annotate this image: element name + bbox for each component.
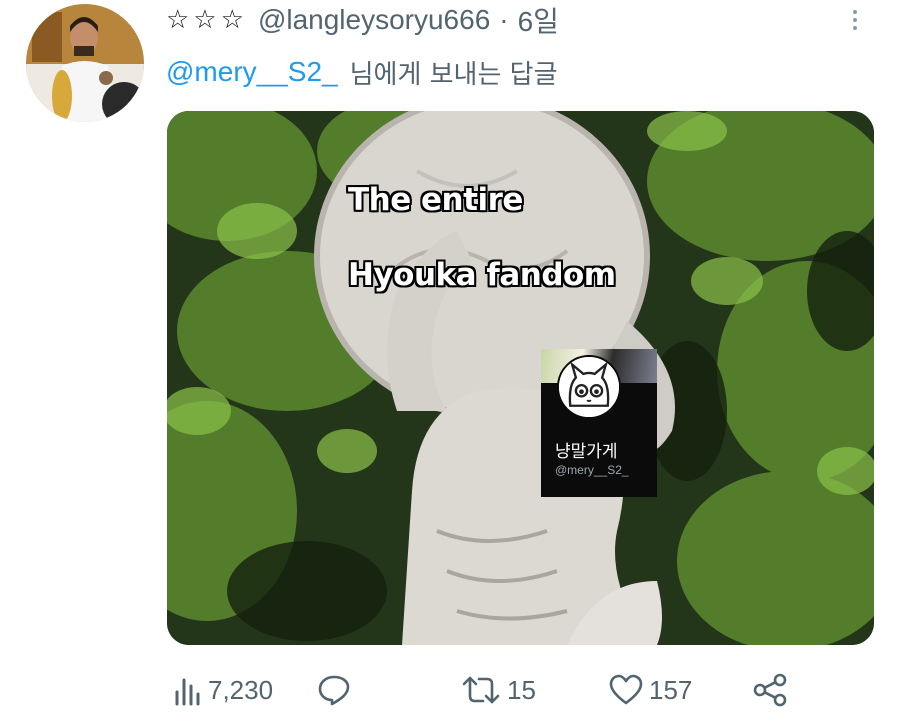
overlay-profile-card: 냥말가게 @mery__S2_ [541, 349, 657, 497]
retweet-button[interactable]: 15 [461, 668, 536, 712]
views-button[interactable]: 7,230 [174, 668, 273, 712]
author-handle[interactable]: @langleysoryu666 [258, 4, 490, 36]
reply-icon [318, 675, 350, 706]
heart-icon [609, 674, 643, 705]
more-options-icon[interactable] [843, 2, 867, 38]
card-display-name: 냥말가게 [555, 442, 618, 462]
reply-mention-link[interactable]: @mery__S2_ [166, 56, 338, 88]
separator-dot: · [499, 4, 509, 35]
tweet-header: ☆☆☆ @langleysoryu666 · 6일 [166, 2, 559, 38]
reply-button[interactable] [317, 668, 357, 712]
analytics-icon [175, 678, 200, 706]
card-handle: @mery__S2_ [555, 463, 629, 477]
retweet-icon [462, 676, 500, 704]
cat-avatar-icon [557, 355, 621, 419]
views-count: 7,230 [208, 674, 274, 705]
tweet-media-image[interactable]: The entire Hyouka fandom 냥말가게 @mery__S2_ [167, 111, 874, 645]
meme-caption-line2: Hyouka fandom [348, 257, 616, 293]
author-avatar[interactable] [26, 4, 144, 122]
meme-caption-line1: The entire [348, 182, 523, 218]
reply-context-text: 님에게 보내는 답글 [349, 59, 558, 90]
tweet-action-bar: 7,230 15 157 [0, 668, 900, 712]
like-button[interactable]: 157 [609, 668, 692, 712]
like-count: 157 [649, 674, 693, 705]
retweet-count: 15 [507, 674, 536, 705]
reply-context: @mery__S2_ 님에게 보내는 답글 [166, 52, 558, 92]
share-button[interactable] [752, 668, 788, 712]
tweet-timestamp[interactable]: 6일 [518, 0, 559, 40]
author-name[interactable]: ☆☆☆ [166, 5, 248, 35]
share-icon [753, 673, 787, 707]
